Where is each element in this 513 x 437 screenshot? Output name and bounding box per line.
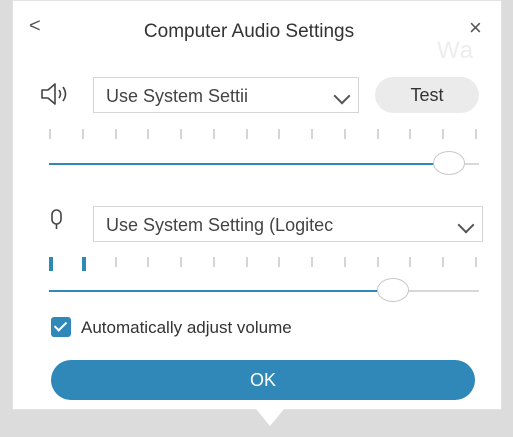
level-segment [213, 129, 215, 139]
chevron-down-icon [457, 216, 475, 234]
speaker-output-meter [49, 129, 479, 143]
microphone-volume-handle[interactable] [377, 278, 409, 302]
level-segment [377, 129, 379, 139]
level-segment [409, 129, 411, 139]
speaker-select-value: Use System Settii [106, 86, 249, 106]
level-segment [344, 257, 346, 267]
level-segment [311, 257, 313, 267]
speaker-volume-slider[interactable] [49, 151, 479, 175]
microphone-volume-fill [49, 290, 393, 292]
speaker-icon [39, 81, 71, 113]
microphone-select[interactable]: Use System Setting (Logitec [93, 206, 483, 242]
level-segment [49, 257, 53, 271]
audio-settings-popup: < Computer Audio Settings × Wa Use Syste… [12, 0, 502, 410]
level-segment [147, 129, 149, 139]
auto-adjust-checkbox[interactable] [51, 317, 71, 337]
level-segment [82, 129, 84, 139]
microphone-select-value: Use System Setting (Logitec [106, 215, 334, 235]
watermark-text: Wa [437, 37, 475, 64]
level-segment [377, 257, 379, 267]
test-speaker-button[interactable]: Test [375, 77, 479, 113]
chevron-down-icon [333, 87, 351, 105]
level-segment [475, 257, 477, 267]
popup-pointer [252, 404, 288, 426]
dialog-title: Computer Audio Settings [143, 21, 355, 42]
speaker-select[interactable]: Use System Settii [93, 77, 359, 113]
level-segment [115, 257, 117, 267]
auto-adjust-label: Automatically adjust volume [81, 318, 292, 337]
microphone-icon [47, 207, 67, 239]
level-segment [475, 129, 477, 139]
level-segment [49, 129, 51, 139]
level-segment [278, 129, 280, 139]
level-segment [115, 129, 117, 139]
level-segment [147, 257, 149, 267]
level-segment [442, 257, 444, 267]
level-segment [82, 257, 86, 271]
level-segment [311, 129, 313, 139]
speaker-volume-handle[interactable] [433, 151, 465, 175]
level-segment [442, 129, 444, 139]
level-segment [344, 129, 346, 139]
ok-button[interactable]: OK [51, 360, 475, 400]
level-segment [180, 129, 182, 139]
level-segment [180, 257, 182, 267]
level-segment [409, 257, 411, 267]
microphone-input-meter [49, 257, 479, 271]
microphone-volume-slider[interactable] [49, 278, 479, 302]
level-segment [246, 257, 248, 267]
back-button[interactable]: < [29, 15, 41, 38]
speaker-volume-fill [49, 163, 449, 165]
level-segment [246, 129, 248, 139]
level-segment [278, 257, 280, 267]
level-segment [213, 257, 215, 267]
